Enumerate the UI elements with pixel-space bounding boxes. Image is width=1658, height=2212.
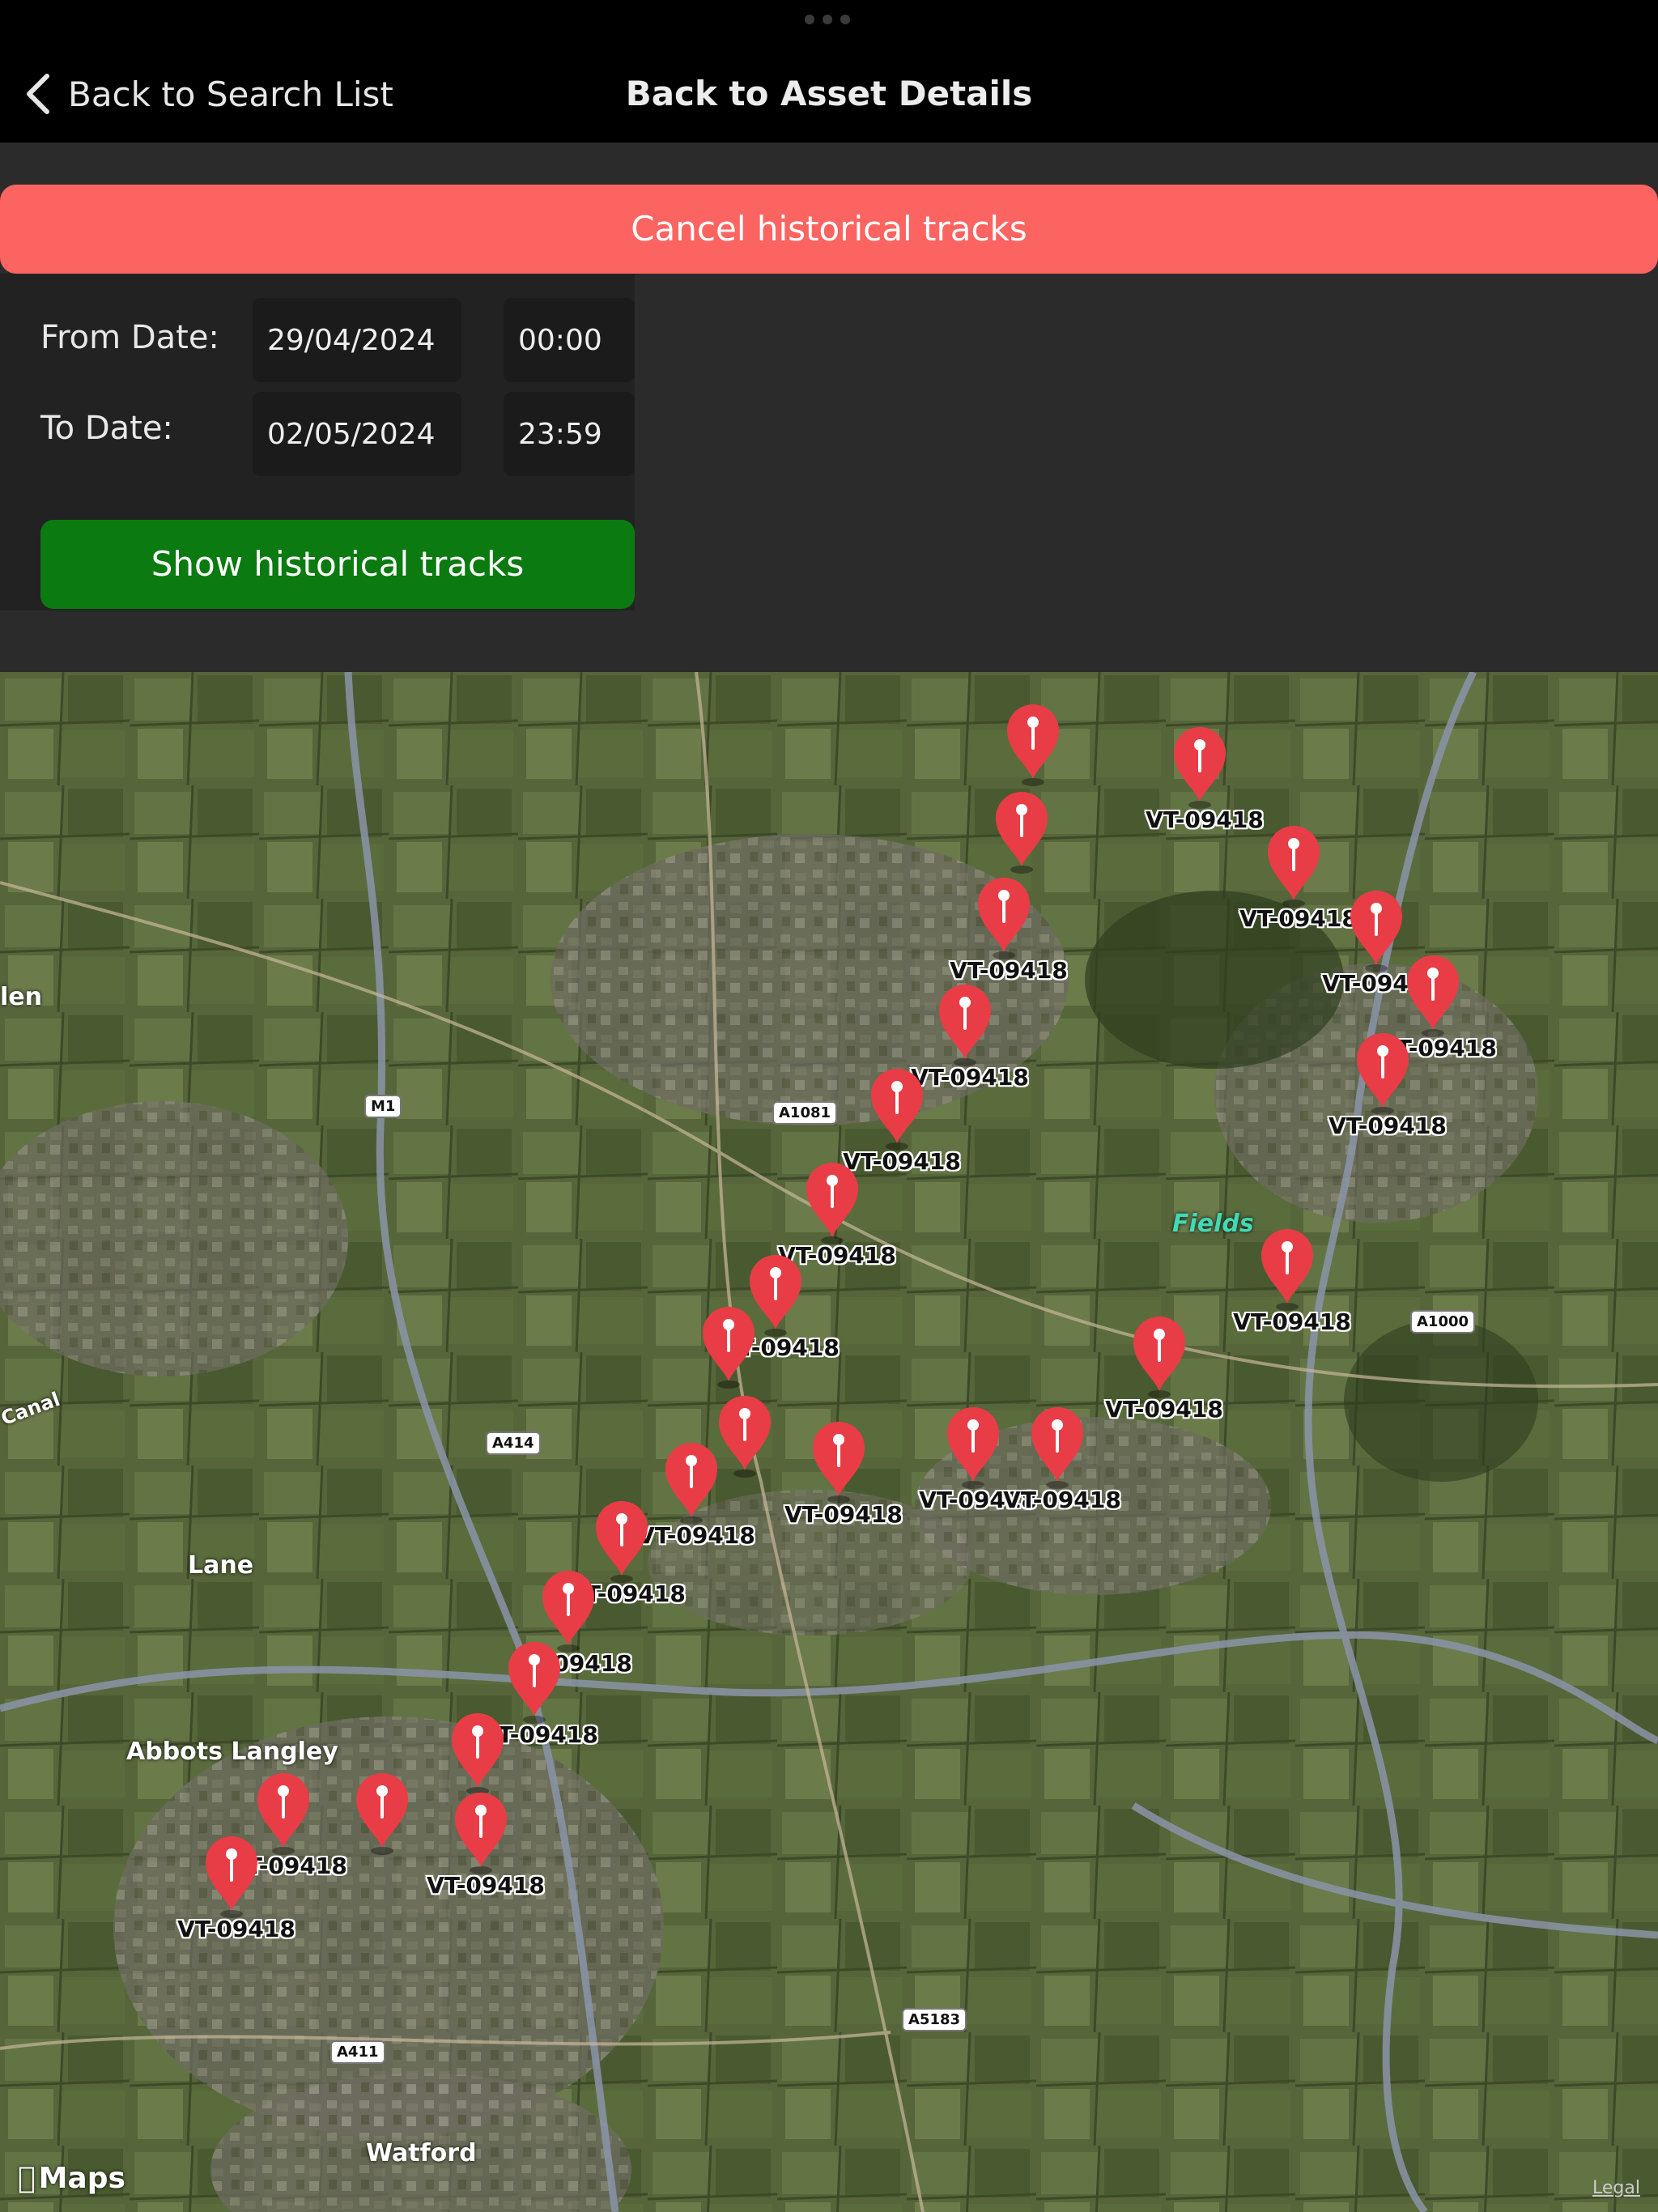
navigation-bar: Back to Search List Back to Asset Detail… [0,0,1658,143]
to-time-field[interactable]: 23:59 [504,392,635,476]
track-point-label: VT-09418 [1003,1487,1121,1513]
back-to-search-list-button[interactable]: Back to Search List [24,68,393,120]
track-point-marker[interactable] [452,1789,510,1880]
track-point-label: VT-09418 [1329,1112,1447,1139]
from-date-label: From Date: [40,319,219,356]
from-time-field[interactable]: 00:00 [504,298,635,382]
track-point-marker[interactable] [505,1639,563,1729]
track-point-marker[interactable] [254,1770,312,1861]
road-shield-a5183: A5183 [902,2008,967,2031]
legal-link[interactable]: Legal [1592,2178,1640,2198]
track-point-label: VT-09418 [177,1916,295,1942]
track-point-label: VT-09418 [427,1872,545,1899]
cancel-historical-tracks-button[interactable]: Cancel historical tracks [0,185,1658,274]
track-point-marker[interactable] [1004,701,1062,792]
track-point-marker[interactable] [716,1393,774,1483]
track-point-label: VT-09418 [950,957,1068,984]
show-historical-tracks-button[interactable]: Show historical tracks [40,520,635,609]
place-label: Watford [366,2139,477,2167]
track-point-marker[interactable] [1354,1030,1412,1121]
track-point-marker[interactable] [803,1159,861,1250]
track-point-marker[interactable] [1028,1404,1086,1495]
place-label: Abbots Langley [126,1738,338,1766]
road-shield-a414: A414 [486,1431,541,1455]
road-shield-m1: M1 [364,1095,402,1118]
apple-logo-icon:  [18,2162,36,2195]
track-point-marker[interactable] [353,1770,411,1861]
track-point-label: VT-09418 [637,1522,755,1549]
road-shield-a1081: A1081 [772,1101,838,1125]
track-point-label: VT-09418 [1233,1308,1351,1335]
track-point-label: VT-09418 [1105,1396,1223,1423]
place-label: Lane [188,1551,254,1580]
track-point-marker[interactable] [868,1066,926,1156]
track-point-label: VT-09418 [1239,905,1358,932]
track-point-marker[interactable] [975,874,1033,965]
track-point-marker[interactable] [1347,887,1405,978]
to-date-field[interactable]: 02/05/2024 [253,392,461,476]
track-point-marker[interactable] [1130,1313,1188,1404]
place-label: len [0,983,42,1011]
map-view[interactable]: M1 A1081 A414 A1000 A411 A5183 len Lane … [0,672,1658,2212]
track-point-marker[interactable] [993,789,1051,879]
track-point-marker[interactable] [1265,823,1323,913]
to-date-label: To Date: [40,410,173,447]
back-label: Back to Search List [68,74,393,114]
track-point-marker[interactable] [202,1833,261,1924]
road-shield-a1000: A1000 [1410,1310,1476,1334]
from-date-field[interactable]: 29/04/2024 [253,298,461,382]
track-point-marker[interactable] [944,1404,1002,1495]
back-to-asset-details-button[interactable]: Back to Asset Details [626,74,1033,113]
track-point-marker[interactable] [662,1440,721,1530]
track-point-marker[interactable] [593,1498,651,1589]
road-shield-a411: A411 [330,2040,385,2064]
track-point-marker[interactable] [1258,1226,1316,1317]
track-point-label: VT-09418 [1146,806,1264,833]
chevron-left-icon [27,74,49,114]
track-point-marker[interactable] [699,1304,758,1394]
track-point-label: VT-09418 [784,1501,903,1528]
track-point-marker[interactable] [936,981,994,1072]
apple-maps-attribution:  Maps [18,2162,125,2195]
window-grabber-icon[interactable] [805,15,853,26]
track-point-marker[interactable] [1171,724,1229,815]
track-point-marker[interactable] [1404,952,1462,1043]
track-point-label: VT-09418 [911,1064,1029,1091]
place-label: Fields [1172,1210,1254,1238]
track-point-marker[interactable] [810,1419,868,1509]
track-point-marker[interactable] [449,1710,507,1801]
